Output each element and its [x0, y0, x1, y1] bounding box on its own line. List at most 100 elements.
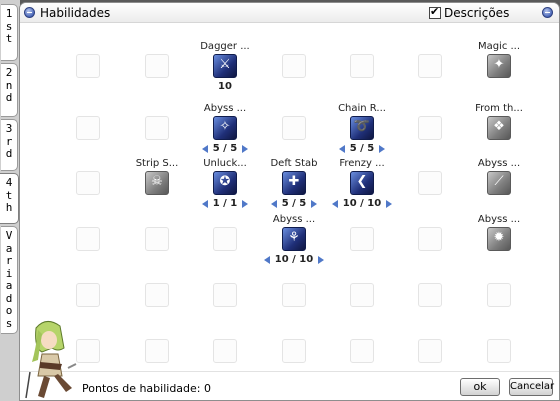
skill-slot[interactable]: Abyss ... ⟋: [478, 158, 520, 195]
skill-grid: Dagger ... ⚔ 10 Magic ... ✦ Abyss ... ✧ 5 / 5 Ch…: [20, 23, 559, 371]
skill-glyph: ❖: [493, 119, 505, 134]
chain-icon[interactable]: ➰: [350, 116, 374, 140]
tab-letter: o: [5, 304, 13, 317]
skill-name: Frenzy ...: [339, 158, 385, 169]
tab-letter: V: [5, 229, 13, 242]
empty-skill-slot: [487, 339, 511, 363]
descriptions-checkbox[interactable]: [429, 5, 441, 19]
empty-skill-slot: [418, 339, 442, 363]
frenzy-icon[interactable]: ❮: [350, 171, 374, 195]
tab-letter: a: [5, 279, 13, 292]
skill-level: 10 / 10: [274, 254, 314, 265]
stab-icon[interactable]: ✚: [282, 171, 306, 195]
cancel-button[interactable]: Cancelar: [509, 378, 554, 396]
tab-variados[interactable]: Variados: [1, 226, 18, 334]
skill-name: Chain R...: [338, 103, 386, 114]
level-up-arrow-icon[interactable]: [311, 199, 318, 208]
skill-slot[interactable]: Chain R... ➰ 5 / 5: [338, 103, 386, 154]
level-down-arrow-icon[interactable]: [338, 144, 345, 153]
level-up-arrow-icon[interactable]: [379, 144, 386, 153]
skill-level: 5 / 5: [212, 143, 238, 154]
skill-slot[interactable]: Deft Stab ✚ 5 / 5: [270, 158, 317, 209]
skill-level-row: 5 / 5: [189, 143, 261, 154]
empty-skill-slot: [418, 54, 442, 78]
level-up-arrow-icon[interactable]: [242, 199, 249, 208]
abyss-icon[interactable]: ✧: [213, 116, 237, 140]
empty-skill-slot: [418, 116, 442, 140]
skill-slot[interactable]: Strip S... ☠: [136, 158, 178, 195]
tab-2nd[interactable]: 2nd: [1, 63, 18, 117]
skill-level-row: 5 / 5: [326, 143, 398, 154]
skills-window: Habilidades Descrições Dagger ... ⚔ 10 Magi…: [19, 2, 560, 401]
unlucky-icon[interactable]: ✪: [213, 171, 237, 195]
skill-glyph: ⚘: [288, 230, 300, 245]
empty-skill-slot: [76, 283, 100, 307]
skill-glyph: ⚔: [219, 57, 231, 72]
empty-skill-slot: [418, 171, 442, 195]
skill-level: 1 / 1: [212, 198, 238, 209]
skill-name: Abyss ...: [203, 103, 247, 114]
level-up-arrow-icon[interactable]: [386, 199, 393, 208]
skill-level-row: 10: [189, 81, 261, 92]
empty-skill-slot: [145, 283, 169, 307]
tab-3rd[interactable]: 3rd: [1, 119, 18, 171]
level-up-arrow-icon[interactable]: [318, 255, 325, 264]
strip-icon[interactable]: ☠: [145, 171, 169, 195]
footer: Pontos de habilidade: 0 ok Cancelar: [20, 371, 559, 400]
skill-glyph: ☠: [151, 174, 163, 189]
skill-name: Unluck...: [203, 158, 247, 169]
empty-skill-slot: [418, 283, 442, 307]
tab-1st[interactable]: 1st: [1, 4, 18, 61]
skill-level: 10: [218, 81, 232, 92]
magic-icon[interactable]: ✦: [487, 54, 511, 78]
skill-glyph: ✹: [493, 230, 505, 245]
level-down-arrow-icon[interactable]: [263, 255, 270, 264]
empty-skill-slot: [350, 227, 374, 251]
shadow-icon[interactable]: ❖: [487, 116, 511, 140]
skill-slot[interactable]: Dagger ... ⚔ 10: [200, 41, 250, 92]
skill-glyph: ✚: [288, 174, 300, 189]
skill-slot[interactable]: Frenzy ... ❮ 10 / 10: [331, 158, 393, 209]
skill-slot[interactable]: Abyss ... ⚘ 10 / 10: [263, 214, 325, 265]
descriptions-toggle[interactable]: Descrições: [429, 5, 510, 20]
empty-skill-slot: [418, 227, 442, 251]
skill-glyph: ✧: [219, 119, 231, 134]
skill-level: 5 / 5: [349, 143, 375, 154]
empty-skill-slot: [76, 54, 100, 78]
skill-level-row: 1 / 1: [189, 198, 261, 209]
tab-letter: t: [5, 32, 13, 45]
daggers-icon[interactable]: ⚔: [213, 54, 237, 78]
skill-glyph: ⟋: [494, 174, 504, 189]
empty-skill-slot: [282, 54, 306, 78]
level-down-arrow-icon[interactable]: [270, 199, 277, 208]
skill-slot[interactable]: From th... ❖: [475, 103, 523, 140]
skill-level-row: 5 / 5: [258, 198, 330, 209]
skill-name: Abyss ...: [477, 158, 521, 169]
abyss-flame-icon[interactable]: ✹: [487, 227, 511, 251]
tab-letter: h: [5, 201, 13, 214]
ok-button[interactable]: ok: [460, 378, 500, 396]
level-down-arrow-icon[interactable]: [331, 199, 338, 208]
skill-slot[interactable]: Abyss ... ✧ 5 / 5: [201, 103, 249, 154]
skill-glyph: ✦: [493, 57, 505, 72]
tab-letter: s: [5, 316, 13, 330]
skill-slot[interactable]: Magic ... ✦: [478, 41, 520, 78]
level-down-arrow-icon[interactable]: [201, 199, 208, 208]
empty-skill-slot: [145, 54, 169, 78]
window-title: Habilidades: [40, 6, 111, 20]
skill-slot[interactable]: Unluck... ✪ 1 / 1: [201, 158, 249, 209]
close-icon[interactable]: [542, 7, 553, 18]
level-up-arrow-icon[interactable]: [242, 144, 249, 153]
title-bar[interactable]: Habilidades Descrições: [20, 3, 559, 23]
skill-name: Abyss ...: [477, 214, 521, 225]
abyss-squire-icon[interactable]: ⚘: [282, 227, 306, 251]
skill-slot[interactable]: Abyss ... ✹: [478, 214, 520, 251]
level-down-arrow-icon[interactable]: [201, 144, 208, 153]
tab-4th[interactable]: 4th: [0, 173, 19, 224]
empty-skill-slot: [145, 227, 169, 251]
tab-letter: 2: [5, 66, 13, 79]
abyss-slash-icon[interactable]: ⟋: [487, 171, 511, 195]
descriptions-label: Descrições: [444, 6, 510, 20]
empty-skill-slot: [350, 339, 374, 363]
skill-name: Dagger ...: [200, 41, 250, 52]
